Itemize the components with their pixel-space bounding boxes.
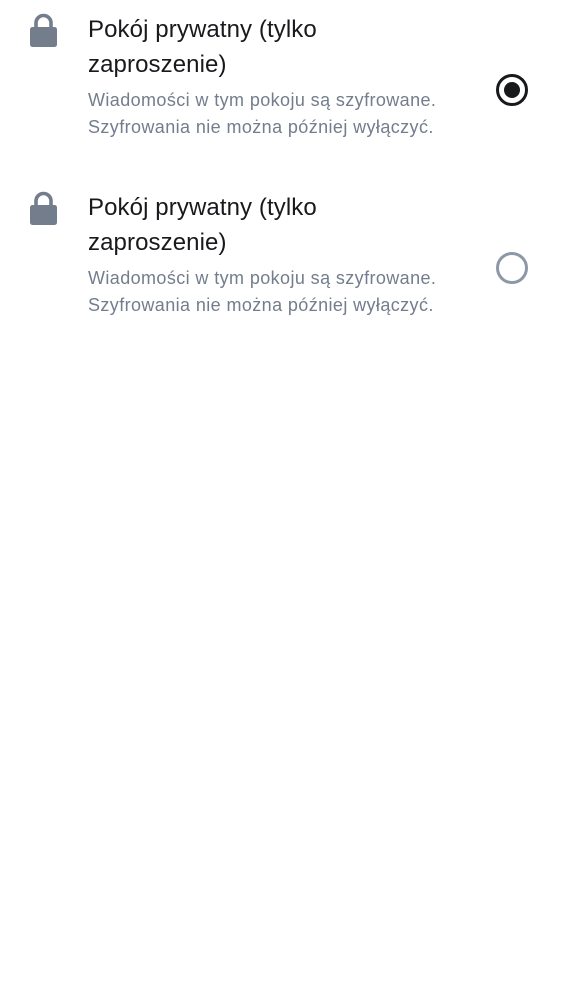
room-option-private-encrypted-1[interactable]: Pokój prywatny (tylko zaproszenie) Wiado… bbox=[0, 0, 562, 178]
room-option-text: Pokój prywatny (tylko zaproszenie) Wiado… bbox=[88, 190, 448, 319]
lock-icon bbox=[30, 13, 57, 47]
lock-icon bbox=[30, 191, 57, 225]
room-option-description: Wiadomości w tym pokoju są szyfrowane. S… bbox=[88, 90, 437, 137]
room-option-title: Pokój prywatny (tylko zaproszenie) bbox=[88, 16, 317, 78]
room-option-title: Pokój prywatny (tylko zaproszenie) bbox=[88, 194, 317, 256]
radio-button-unselected[interactable] bbox=[496, 252, 528, 284]
room-option-description: Wiadomości w tym pokoju są szyfrowane. S… bbox=[88, 268, 437, 315]
room-option-private-encrypted-2[interactable]: Pokój prywatny (tylko zaproszenie) Wiado… bbox=[0, 178, 562, 356]
room-option-text: Pokój prywatny (tylko zaproszenie) Wiado… bbox=[88, 12, 448, 141]
radio-button-selected[interactable] bbox=[496, 74, 528, 106]
